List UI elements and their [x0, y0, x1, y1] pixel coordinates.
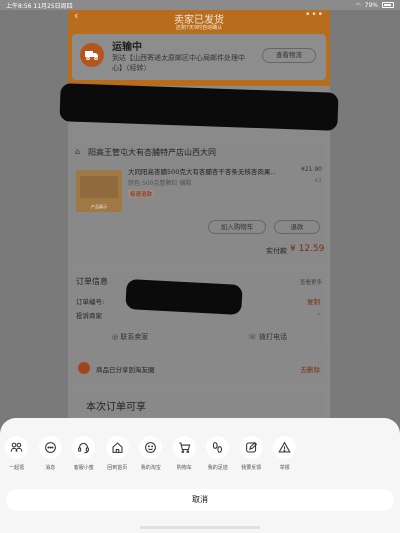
paid-amount: ¥ 12.59: [290, 244, 325, 254]
battery-percent: 79%: [364, 1, 378, 9]
share-action-sheet: 一起逛 消息 客服小蜜 回到首页 我的淘宝 购物车 我的足迹 我要反馈 举报 取消: [0, 418, 400, 533]
smile-icon: [139, 436, 163, 459]
battery-icon: [382, 2, 394, 8]
group-icon: [5, 436, 29, 459]
truck-icon: [80, 43, 104, 67]
order-benefits-title: 本次订单可享: [86, 402, 146, 413]
warning-icon: [273, 436, 297, 459]
order-info-title: 订单信息: [76, 277, 108, 286]
footprint-icon: [206, 436, 230, 459]
status-bar: 上午8:56 11月25日周四 ◠ 79%: [0, 0, 400, 10]
auto-confirm-note: 还剩7天9时自动确认: [175, 25, 223, 31]
headset-icon: [72, 436, 96, 459]
sheet-item-label: 我要反馈: [241, 465, 262, 471]
sheet-item-smile[interactable]: 我的淘宝: [134, 436, 168, 471]
sheet-item-feedback[interactable]: 我要反馈: [235, 436, 269, 471]
add-to-cart-button[interactable]: 加入购物车: [208, 220, 266, 234]
cancel-button[interactable]: 取消: [6, 489, 394, 511]
sheet-item-label: 一起逛: [9, 465, 25, 471]
fast-refund-badge: 极速退款: [128, 190, 155, 198]
shop-name[interactable]: 阳高王管屯大有杏脯特产店山西大同: [88, 147, 216, 158]
view-more-link[interactable]: 查看更多: [300, 278, 322, 286]
sheet-item-group[interactable]: 一起逛: [0, 436, 34, 471]
sheet-item-cart[interactable]: 购物车: [168, 436, 202, 471]
copy-order-number-button[interactable]: 复制: [307, 296, 320, 306]
sheet-item-label: 我的足迹: [207, 465, 228, 471]
order-number-label: 订单编号:: [76, 298, 105, 306]
status-date: 11月25日周四: [33, 2, 73, 10]
product-title[interactable]: 大同阳高杏脯500克大有杏脯杏干杏条无核杏肉果…: [128, 166, 276, 176]
sheet-item-headset[interactable]: 客服小蜜: [67, 436, 101, 471]
sheet-item-message[interactable]: 消息: [34, 436, 68, 471]
chevron-right-icon: ›: [317, 310, 320, 318]
call-button[interactable]: ☏ 拨打电话: [248, 332, 287, 342]
order-benefits-card: 本次订单可享: [72, 390, 326, 420]
feedback-icon: [239, 436, 263, 459]
taobao-logo-icon: [78, 362, 90, 374]
sheet-item-label: 回到首页: [107, 465, 128, 471]
sheet-item-warning[interactable]: 举报: [268, 436, 302, 471]
paid-label: 实付款: [266, 247, 287, 255]
action-row: 一起逛 消息 客服小蜜 回到首页 我的淘宝 购物车 我的足迹 我要反馈 举报: [0, 436, 400, 471]
more-icon[interactable]: •••: [305, 10, 324, 20]
sheet-item-label: 举报: [279, 465, 290, 471]
shipping-card[interactable]: 运输中 到达【山西寄递太原邮区中心局邮件处理中心】（经转） 查看物流: [72, 34, 326, 80]
wifi-icon: ◠: [355, 1, 361, 9]
share-notice-text: 商品已分享到淘友圈: [96, 366, 155, 374]
product-image-label: 产品展示: [91, 204, 107, 209]
refund-button[interactable]: 退款: [274, 220, 320, 234]
product-spec: 颜色:500克整颗粒 偏酸: [128, 180, 192, 187]
sheet-item-footprint[interactable]: 我的足迹: [201, 436, 235, 471]
product-image[interactable]: 产品展示: [76, 170, 122, 212]
view-logistics-button[interactable]: 查看物流: [262, 48, 316, 63]
call-label: 拨打电话: [258, 333, 287, 341]
sheet-item-label: 我的淘宝: [140, 465, 161, 471]
contact-seller-button[interactable]: ◎ 联系卖家: [112, 332, 148, 342]
delete-share-link[interactable]: 去删除: [301, 364, 321, 374]
share-notice[interactable]: 商品已分享到淘友圈 去删除: [72, 356, 326, 380]
shipping-description: 到达【山西寄递太原邮区中心局邮件处理中心】（经转）: [112, 54, 245, 72]
home-indicator: [140, 526, 260, 529]
home-icon: [105, 436, 129, 459]
complain-seller-link[interactable]: 投诉商家: [76, 310, 102, 320]
redacted-address: [59, 83, 339, 131]
status-time: 上午8:56: [6, 2, 32, 10]
product-price: ¥21.90: [301, 166, 322, 173]
sheet-item-label: 消息: [45, 465, 56, 471]
sheet-item-label: 客服小蜜: [73, 465, 94, 471]
sheet-item-label: 购物车: [176, 465, 192, 471]
sheet-item-home[interactable]: 回到首页: [101, 436, 135, 471]
product-quantity: x1: [314, 177, 322, 184]
contact-seller-label: 联系卖家: [120, 333, 149, 341]
shop-icon: ⌂: [75, 147, 81, 156]
shop-order-card: ⌂ 阳高王管屯大有杏脯特产店山西大同 产品展示 大同阳高杏脯500克大有杏脯杏干…: [72, 142, 326, 262]
redacted-order-number: [125, 278, 243, 316]
shipping-status: 运输中: [112, 42, 142, 53]
message-icon: [38, 436, 62, 459]
cart-icon: [172, 436, 196, 459]
